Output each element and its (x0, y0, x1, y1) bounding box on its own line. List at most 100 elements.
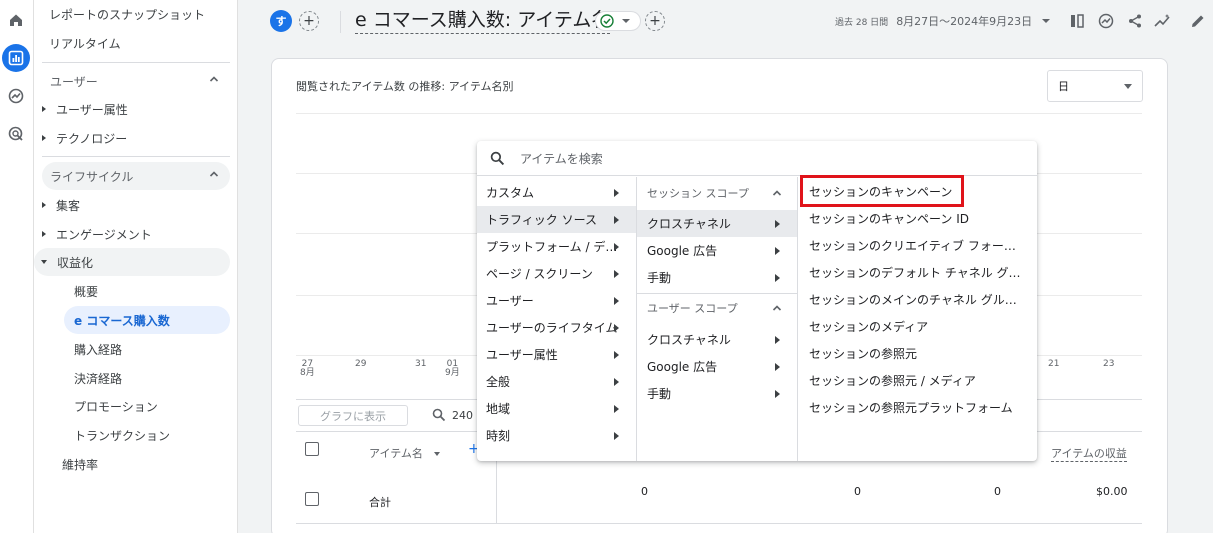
menu-item[interactable]: 手動 (637, 380, 797, 407)
menu-item[interactable]: 全般 (477, 368, 636, 395)
date-range-value: 8月27日～2024年9月23日 (896, 15, 1033, 28)
x-tick: 23 (1103, 359, 1115, 369)
sidebar-subitem-checkout-journey[interactable]: 決済経路 (64, 364, 230, 392)
menu-item[interactable]: セッションの参照元 (798, 340, 1037, 367)
sidebar-item-snapshot[interactable]: レポートのスナップショット (34, 0, 230, 28)
menu-item[interactable]: ユーザー (477, 287, 636, 314)
add-filter-icon[interactable]: + (645, 11, 665, 31)
search-value: 240 (452, 408, 473, 422)
sidebar-subitem-overview[interactable]: 概要 (64, 277, 230, 305)
chevron-right-icon (614, 243, 619, 251)
edit-pencil-icon[interactable] (1187, 10, 1209, 32)
menu-item[interactable]: Google 広告 (637, 353, 797, 380)
divider (340, 11, 341, 33)
scope-header-session[interactable]: セッション スコープ (637, 179, 797, 207)
menu-item[interactable]: クロスチャネル (637, 326, 797, 353)
chevron-down-icon (1042, 19, 1051, 23)
expand-arrow-icon (42, 135, 46, 141)
scope-header-user[interactable]: ユーザー スコープ (637, 294, 797, 322)
insights-icon[interactable] (1095, 10, 1117, 32)
explore-icon[interactable] (2, 82, 30, 110)
menu-item[interactable]: プラットフォーム / デバイス (477, 233, 636, 260)
sidebar-subitem-ecommerce[interactable]: e コマース購入数 (64, 306, 230, 334)
menu-item[interactable]: セッションのキャンペーン ID (798, 205, 1037, 232)
granularity-value: 日 (1058, 80, 1069, 93)
menu-item[interactable]: 地域 (477, 395, 636, 422)
column-header-revenue[interactable]: アイテムの収益 (1051, 445, 1127, 462)
chevron-up-icon (771, 187, 783, 202)
chevron-right-icon (614, 351, 619, 359)
sidebar-subitem-purchase-journey[interactable]: 購入経路 (64, 335, 230, 363)
check-circle-icon (600, 14, 614, 28)
menu-item[interactable]: トラフィック ソース (477, 206, 636, 233)
total-value: 0 (641, 485, 648, 498)
sidebar-item-label: テクノロジー (56, 131, 128, 146)
chevron-right-icon (614, 189, 619, 197)
sidebar-item-monetization[interactable]: 収益化 (34, 248, 230, 276)
expand-arrow-icon (42, 106, 46, 112)
granularity-select[interactable]: 日 (1047, 70, 1143, 102)
chevron-right-icon (775, 274, 780, 282)
menu-item[interactable]: ユーザー属性 (477, 341, 636, 368)
menu-item[interactable]: ユーザーのライフタイム (477, 314, 636, 341)
compare-columns-icon[interactable] (1066, 10, 1088, 32)
chart-title: 閲覧されたアイテム数 の推移: アイテム名別 (296, 80, 514, 93)
status-check-dropdown[interactable] (595, 11, 641, 31)
menu-item[interactable]: セッションのメディア (798, 313, 1037, 340)
chevron-right-icon (614, 432, 619, 440)
menu-item[interactable]: ページ / スクリーン (477, 260, 636, 287)
sidebar-item-label: 維持率 (62, 457, 99, 472)
date-range-prefix: 過去 28 日間 (835, 17, 889, 28)
menu-item[interactable]: セッションのメインのチャネル グループ (798, 286, 1037, 313)
menu-item[interactable]: 手動 (637, 264, 797, 291)
sidebar-item-demographics[interactable]: ユーザー属性 (34, 95, 230, 123)
chevron-right-icon (775, 247, 780, 255)
section-user[interactable]: ユーザー (42, 67, 230, 95)
date-range-picker[interactable]: 過去 28 日間 8月27日～2024年9月23日 (835, 13, 1051, 29)
sidebar-item-acquisition[interactable]: 集客 (34, 191, 230, 219)
menu-item[interactable]: カスタム (477, 179, 636, 206)
sidebar-item-retention[interactable]: 維持率 (34, 450, 230, 478)
menu-search-bar[interactable]: アイテムを検索 (477, 141, 1037, 176)
chevron-down-icon (1124, 84, 1132, 89)
sidebar-item-label: プロモーション (74, 399, 158, 414)
section-lifecycle[interactable]: ライフサイクル (42, 162, 230, 190)
sidebar-item-label: エンゲージメント (56, 227, 152, 242)
chevron-right-icon (614, 297, 619, 305)
total-value: 0 (854, 485, 861, 498)
avatar[interactable]: す (270, 10, 292, 32)
menu-item[interactable]: セッションの参照元 / メディア (798, 367, 1037, 394)
home-icon[interactable] (2, 6, 30, 34)
plot-rows-button[interactable]: グラフに表示 (298, 405, 408, 426)
search-icon (490, 151, 505, 165)
reports-icon[interactable] (2, 44, 30, 72)
menu-item[interactable]: セッションのデフォルト チャネル グループ (798, 259, 1037, 286)
table-search[interactable]: 240 (432, 408, 473, 422)
menu-item[interactable]: 時刻 (477, 422, 636, 449)
menu-item[interactable]: セッションのクリエイティブ フォーマット (798, 232, 1037, 259)
advertising-icon[interactable] (2, 120, 30, 148)
chevron-right-icon (614, 378, 619, 386)
dimension-menu: アイテムを検索 カスタム トラフィック ソース プラットフォーム / デバイス … (477, 141, 1037, 461)
chevron-right-icon (614, 405, 619, 413)
menu-item[interactable]: Google 広告 (637, 237, 797, 264)
column-header-item[interactable]: アイテム名 (369, 445, 441, 461)
select-all-checkbox[interactable] (305, 442, 319, 456)
sidebar-subitem-transactions[interactable]: トランザクション (64, 421, 230, 449)
left-rail (0, 0, 34, 533)
add-comparison-icon[interactable]: + (299, 11, 319, 31)
sidebar-item-label: レポートのスナップショット (49, 7, 206, 22)
scope-column: セッション スコープ クロスチャネル Google 広告 手動 ユーザー スコー… (637, 177, 798, 461)
row-checkbox[interactable] (305, 492, 319, 506)
search-input[interactable]: アイテムを検索 (520, 150, 603, 167)
sidebar-item-engagement[interactable]: エンゲージメント (34, 220, 230, 248)
sidebar-item-realtime[interactable]: リアルタイム (34, 29, 230, 57)
chevron-right-icon (614, 216, 619, 224)
sidebar-subitem-promotions[interactable]: プロモーション (64, 392, 230, 420)
sidebar-item-tech[interactable]: テクノロジー (34, 124, 230, 152)
menu-item[interactable]: セッションの参照元プラットフォーム (798, 394, 1037, 421)
chevron-up-icon (208, 73, 220, 88)
share-icon[interactable] (1124, 10, 1146, 32)
menu-item[interactable]: クロスチャネル (637, 210, 797, 237)
anomaly-icon[interactable] (1152, 10, 1174, 32)
